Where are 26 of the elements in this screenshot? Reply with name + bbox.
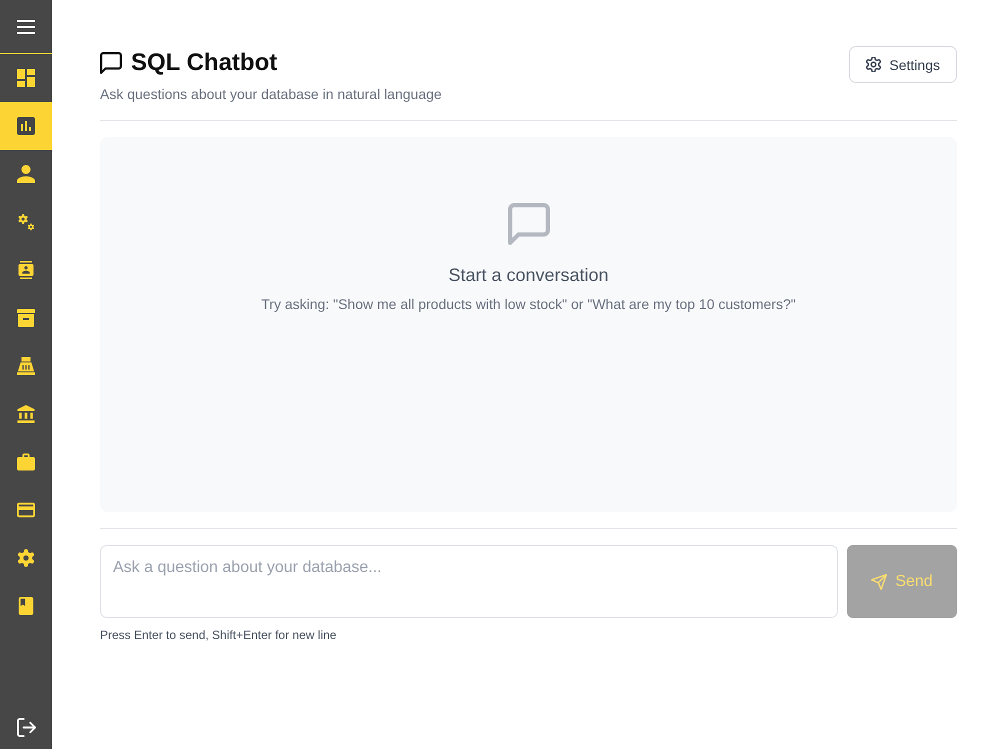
archive-box-icon xyxy=(17,309,35,327)
settings-button[interactable]: Settings xyxy=(849,46,957,83)
briefcase-icon xyxy=(17,453,35,471)
page-title: SQL Chatbot xyxy=(131,49,278,77)
empty-state-title: Start a conversation xyxy=(448,264,609,286)
keyboard-hint: Press Enter to send, Shift+Enter for new line xyxy=(100,627,338,643)
credit-card-icon xyxy=(17,501,35,519)
empty-state-hint: Try asking: "Show me all products with low stock" or "What are my top 10 customers?" xyxy=(261,295,796,313)
sidebar-item[interactable] xyxy=(0,102,52,150)
send-icon xyxy=(871,574,888,590)
dashboard-icon xyxy=(17,69,35,87)
gear-icon xyxy=(17,549,35,567)
cash-register-icon xyxy=(17,357,35,375)
chat-bubble-icon xyxy=(100,52,122,74)
settings-icon xyxy=(866,57,882,72)
bar-chart-icon xyxy=(17,117,35,135)
logout-icon xyxy=(16,718,36,736)
page-subtitle: Ask questions about your database in natural language xyxy=(100,85,442,103)
bank-icon xyxy=(17,405,35,423)
menu-icon xyxy=(17,20,35,34)
person-icon xyxy=(17,165,35,183)
gears-icon xyxy=(17,213,35,231)
contact-card-icon xyxy=(17,261,35,279)
question-input[interactable]: Ask a question about your database... xyxy=(100,545,838,618)
book-icon xyxy=(17,597,35,615)
chat-bubble-icon xyxy=(508,203,550,245)
